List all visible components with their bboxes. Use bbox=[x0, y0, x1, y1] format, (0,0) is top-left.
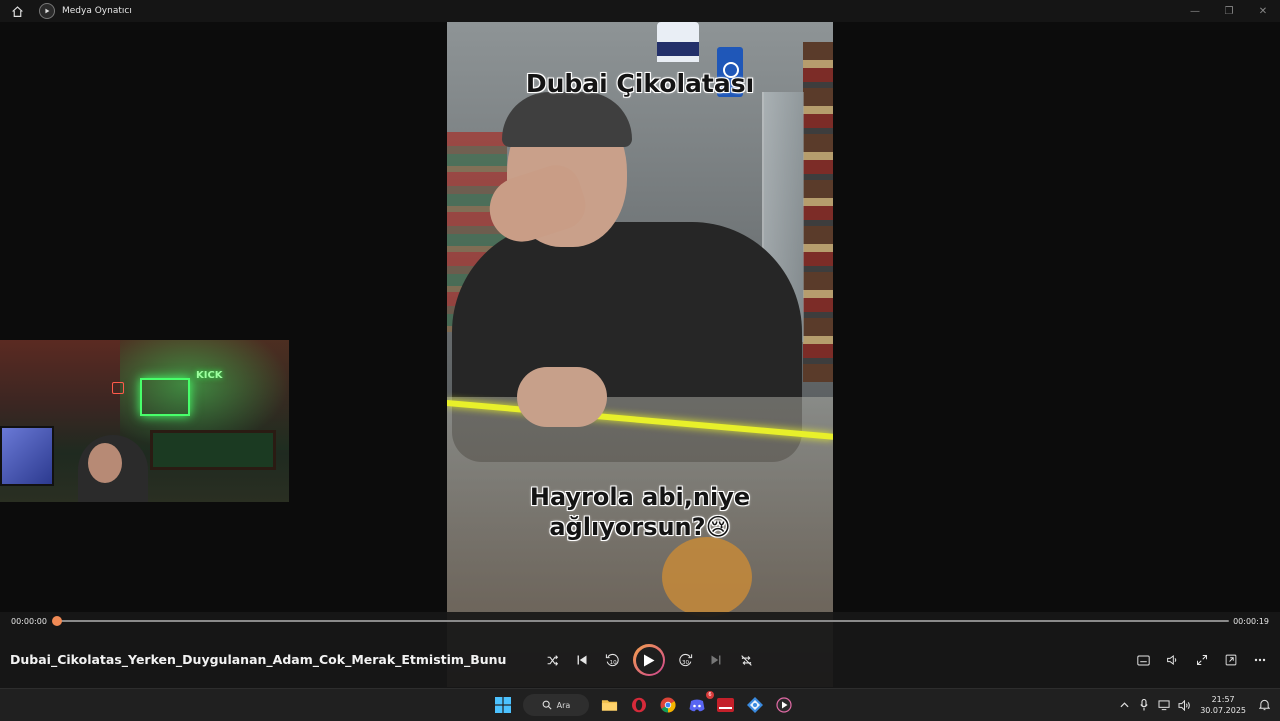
repeat-off-icon bbox=[740, 654, 752, 666]
search-icon bbox=[542, 700, 552, 710]
cake-decoration bbox=[657, 22, 699, 62]
media-player-icon bbox=[775, 697, 792, 713]
skip-forward-seconds: 30 bbox=[682, 660, 690, 666]
neon-logo bbox=[140, 378, 190, 416]
network-icon bbox=[1158, 699, 1170, 710]
skip-forward-icon: 30 bbox=[679, 653, 693, 667]
skip-back-button[interactable]: 10 bbox=[597, 645, 627, 675]
next-icon bbox=[711, 655, 721, 665]
notification-center-button[interactable] bbox=[1254, 699, 1274, 711]
play-button[interactable] bbox=[633, 644, 665, 676]
video-caption-top: Dubai Çikolatası bbox=[525, 69, 755, 98]
clock-time: 21:57 bbox=[1211, 695, 1235, 704]
tray-overflow-button[interactable] bbox=[1114, 702, 1134, 708]
minimize-button[interactable]: — bbox=[1178, 0, 1212, 22]
pastry-tray bbox=[662, 537, 752, 617]
taskbar-media-player[interactable] bbox=[769, 691, 798, 719]
media-player-app-icon bbox=[39, 3, 55, 19]
more-icon bbox=[1254, 658, 1265, 662]
taskbar: Ara 6 21:57 30.07.2025 bbox=[0, 688, 1280, 721]
video-caption-bottom: Hayrola abi,niye ağlıyorsun?😢 bbox=[447, 482, 833, 542]
skip-forward-button[interactable]: 30 bbox=[671, 645, 701, 675]
tray-network[interactable] bbox=[1154, 699, 1174, 711]
man-hair bbox=[502, 92, 632, 147]
close-icon: ✕ bbox=[1258, 5, 1268, 17]
subtitles-button[interactable] bbox=[1129, 645, 1158, 675]
shuffle-button[interactable] bbox=[537, 645, 567, 675]
previous-icon bbox=[577, 655, 587, 665]
minimize-icon: — bbox=[1190, 5, 1200, 17]
video-stage[interactable]: Dubai Çikolatası Hayrola abi,niye ağlıyo… bbox=[0, 22, 1280, 687]
current-time: 00:00:00 bbox=[11, 617, 47, 626]
mini-player-icon bbox=[1225, 654, 1236, 666]
notification-bell-icon bbox=[1258, 699, 1270, 711]
fullscreen-icon bbox=[1196, 655, 1207, 665]
folder-icon bbox=[601, 700, 618, 711]
taskbar-discord[interactable]: 6 bbox=[682, 691, 714, 719]
streamer-face bbox=[88, 443, 122, 483]
man-hand-on-counter bbox=[517, 367, 607, 427]
volume-button[interactable] bbox=[1158, 645, 1187, 675]
fullscreen-button[interactable] bbox=[1187, 645, 1216, 675]
search-label: Ara bbox=[556, 700, 571, 710]
taskbar-red-app[interactable] bbox=[711, 691, 740, 719]
chrome-icon bbox=[660, 697, 676, 713]
shuffle-icon bbox=[547, 654, 558, 666]
windows-logo-icon bbox=[494, 697, 511, 713]
tray-volume[interactable] bbox=[1174, 699, 1194, 711]
monitor bbox=[0, 426, 54, 486]
duration: 00:00:19 bbox=[1233, 617, 1269, 626]
system-tray: 21:57 30.07.2025 bbox=[1114, 689, 1280, 721]
previous-button[interactable] bbox=[567, 645, 597, 675]
pool-table bbox=[150, 430, 276, 470]
caption-bottom-line-2: ağlıyorsun?😢 bbox=[549, 513, 731, 541]
chevron-up-icon bbox=[1120, 702, 1129, 708]
home-icon[interactable] bbox=[9, 3, 25, 19]
close-button[interactable]: ✕ bbox=[1246, 0, 1280, 22]
seek-thumb[interactable] bbox=[52, 616, 62, 626]
skip-back-icon: 10 bbox=[605, 653, 619, 667]
subtitles-icon bbox=[1137, 655, 1150, 665]
blue-app-icon bbox=[746, 697, 763, 713]
clock-date: 30.07.2025 bbox=[1200, 706, 1246, 715]
window-title: Medya Oynatıcı bbox=[62, 6, 132, 16]
video-frame[interactable]: Dubai Çikolatası Hayrola abi,niye ağlıyo… bbox=[447, 22, 833, 687]
opera-icon bbox=[631, 697, 646, 713]
taskbar-file-explorer[interactable] bbox=[595, 691, 624, 719]
repeat-button[interactable] bbox=[731, 645, 761, 675]
player-controls: 00:00:00 00:00:19 Dubai_Cikolatas_Yerken… bbox=[0, 612, 1280, 688]
more-options-button[interactable] bbox=[1245, 645, 1274, 675]
play-icon bbox=[644, 654, 655, 666]
taskbar-clock[interactable]: 21:57 30.07.2025 bbox=[1200, 694, 1246, 716]
skip-back-seconds: 10 bbox=[610, 660, 618, 666]
red-app-icon bbox=[717, 698, 734, 712]
discord-icon bbox=[689, 699, 704, 711]
taskbar-opera[interactable] bbox=[624, 691, 653, 719]
taskbar-blue-app[interactable] bbox=[740, 691, 769, 719]
tray-microphone[interactable] bbox=[1134, 699, 1154, 711]
mini-player-button[interactable] bbox=[1216, 645, 1245, 675]
webcam-overlay: KICK bbox=[0, 340, 289, 502]
taskbar-search[interactable]: Ara bbox=[523, 694, 589, 716]
caption-bottom-line-1: Hayrola abi,niye bbox=[529, 483, 751, 511]
title-bar: Medya Oynatıcı — ❐ ✕ bbox=[0, 0, 1280, 22]
media-file-title: Dubai_Cikolatas_Yerken_Duygulanan_Adam_C… bbox=[10, 652, 507, 667]
speaker-icon bbox=[1178, 699, 1190, 711]
restore-button[interactable]: ❐ bbox=[1212, 0, 1246, 22]
seek-bar[interactable] bbox=[57, 620, 1229, 622]
kick-neon-sign: KICK bbox=[196, 370, 223, 381]
next-button[interactable] bbox=[701, 645, 731, 675]
taskbar-chrome[interactable] bbox=[653, 691, 682, 719]
microphone-icon bbox=[1140, 699, 1148, 711]
red-neon-sign bbox=[112, 382, 124, 394]
volume-icon bbox=[1167, 654, 1177, 666]
restore-icon: ❐ bbox=[1224, 5, 1234, 17]
start-button[interactable] bbox=[488, 691, 517, 719]
